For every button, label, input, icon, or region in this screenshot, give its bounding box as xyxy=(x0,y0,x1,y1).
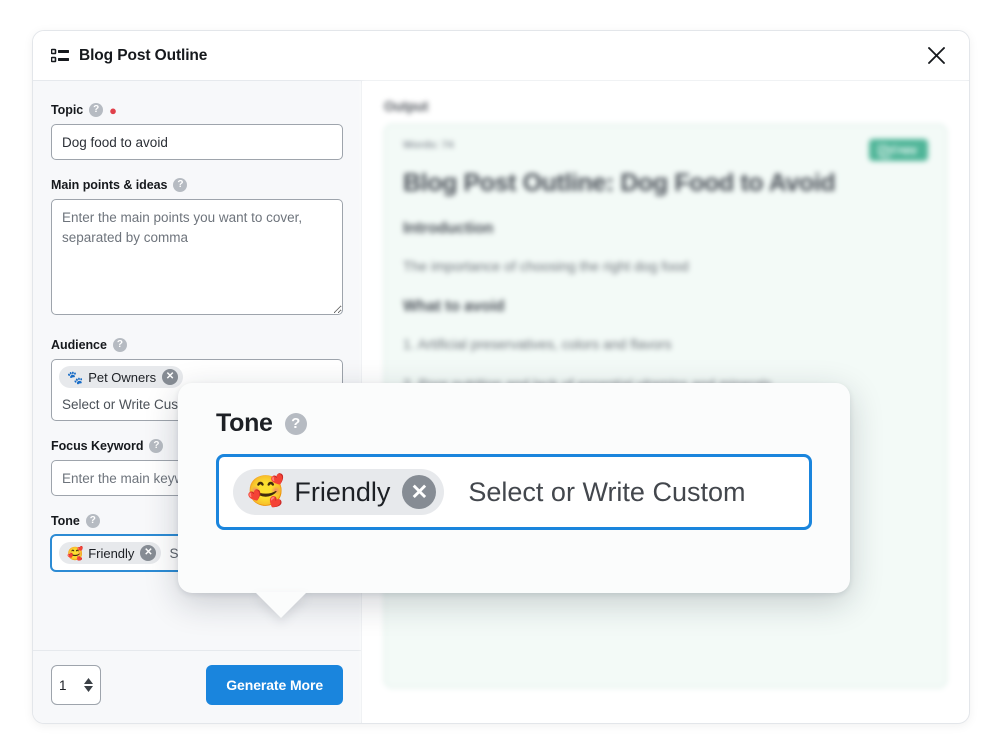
copy-button-label: Copy xyxy=(891,144,917,156)
up-down-stepper-icon[interactable] xyxy=(84,678,93,692)
help-circle-icon[interactable]: ? xyxy=(285,413,307,435)
required-asterisk: ● xyxy=(109,104,117,117)
callout-tone-placeholder: Select or Write Custom xyxy=(468,477,745,508)
generate-more-button[interactable]: Generate More xyxy=(206,665,343,705)
label-text: Audience xyxy=(51,338,107,352)
field-label-topic: Topic ? ● xyxy=(51,103,343,117)
output-heading: Blog Post Outline: Dog Food to Avoid xyxy=(403,169,928,198)
modal-header: Blog Post Outline xyxy=(33,31,969,81)
form-footer: 1 Generate More xyxy=(33,650,361,723)
page-title: Blog Post Outline xyxy=(79,47,207,65)
help-circle-icon[interactable]: ? xyxy=(86,514,100,528)
callout-field-label: Tone ? xyxy=(216,409,812,438)
help-circle-icon[interactable]: ? xyxy=(113,338,127,352)
quantity-stepper[interactable]: 1 xyxy=(51,665,101,705)
copy-icon xyxy=(878,145,887,155)
output-block-text: The importance of choosing the right dog… xyxy=(403,258,928,274)
callout-label-text: Tone xyxy=(216,409,273,438)
callout-tone-token-input[interactable]: 🥰 Friendly ✕ Select or Write Custom xyxy=(216,454,812,530)
audience-chip[interactable]: 🐾 Pet Owners ✕ xyxy=(59,366,183,388)
smiling-face-hearts-icon: 🥰 xyxy=(67,547,83,560)
output-block-text: 1. Artificial preservatives, colors and … xyxy=(403,336,928,352)
label-text: Main points & ideas xyxy=(51,178,167,192)
callout-pointer xyxy=(255,592,307,618)
tone-zoom-callout: Tone ? 🥰 Friendly ✕ Select or Write Cust… xyxy=(178,383,850,593)
smiling-face-hearts-icon: 🥰 xyxy=(247,477,284,507)
help-circle-icon[interactable]: ? xyxy=(89,103,103,117)
remove-chip-icon[interactable]: ✕ xyxy=(140,545,156,561)
field-label-audience: Audience ? xyxy=(51,338,343,352)
remove-chip-icon[interactable]: ✕ xyxy=(402,475,436,509)
help-circle-icon[interactable]: ? xyxy=(149,439,163,453)
paw-print-icon: 🐾 xyxy=(67,371,83,384)
quantity-value: 1 xyxy=(59,678,67,693)
callout-tone-chip[interactable]: 🥰 Friendly ✕ xyxy=(233,469,444,515)
remove-chip-icon[interactable]: ✕ xyxy=(162,369,178,385)
tone-chip-label: Friendly xyxy=(88,546,134,561)
word-count-label: Words: 74 xyxy=(403,139,454,151)
output-block-heading: Introduction xyxy=(403,220,928,238)
copy-button[interactable]: Copy xyxy=(869,139,928,161)
field-label-main-points: Main points & ideas ? xyxy=(51,178,343,192)
blog-post-outline-modal: Blog Post Outline Topic ? ● xyxy=(32,30,970,724)
callout-tone-chip-label: Friendly xyxy=(294,477,390,508)
output-meta-row: Words: 74 Copy xyxy=(403,139,928,161)
audience-chip-label: Pet Owners xyxy=(88,370,156,385)
label-text: Focus Keyword xyxy=(51,439,143,453)
label-text: Tone xyxy=(51,514,80,528)
topic-input[interactable] xyxy=(51,124,343,160)
outline-list-icon xyxy=(51,48,69,64)
label-text: Topic xyxy=(51,103,83,117)
close-icon[interactable] xyxy=(921,41,951,71)
main-points-textarea[interactable] xyxy=(51,199,343,315)
tone-chip[interactable]: 🥰 Friendly ✕ xyxy=(59,542,161,564)
output-block-heading: What to avoid xyxy=(403,298,928,316)
help-circle-icon[interactable]: ? xyxy=(173,178,187,192)
field-topic: Topic ? ● xyxy=(51,103,343,160)
output-section-title: Output xyxy=(384,99,947,114)
field-main-points: Main points & ideas ? xyxy=(51,178,343,320)
